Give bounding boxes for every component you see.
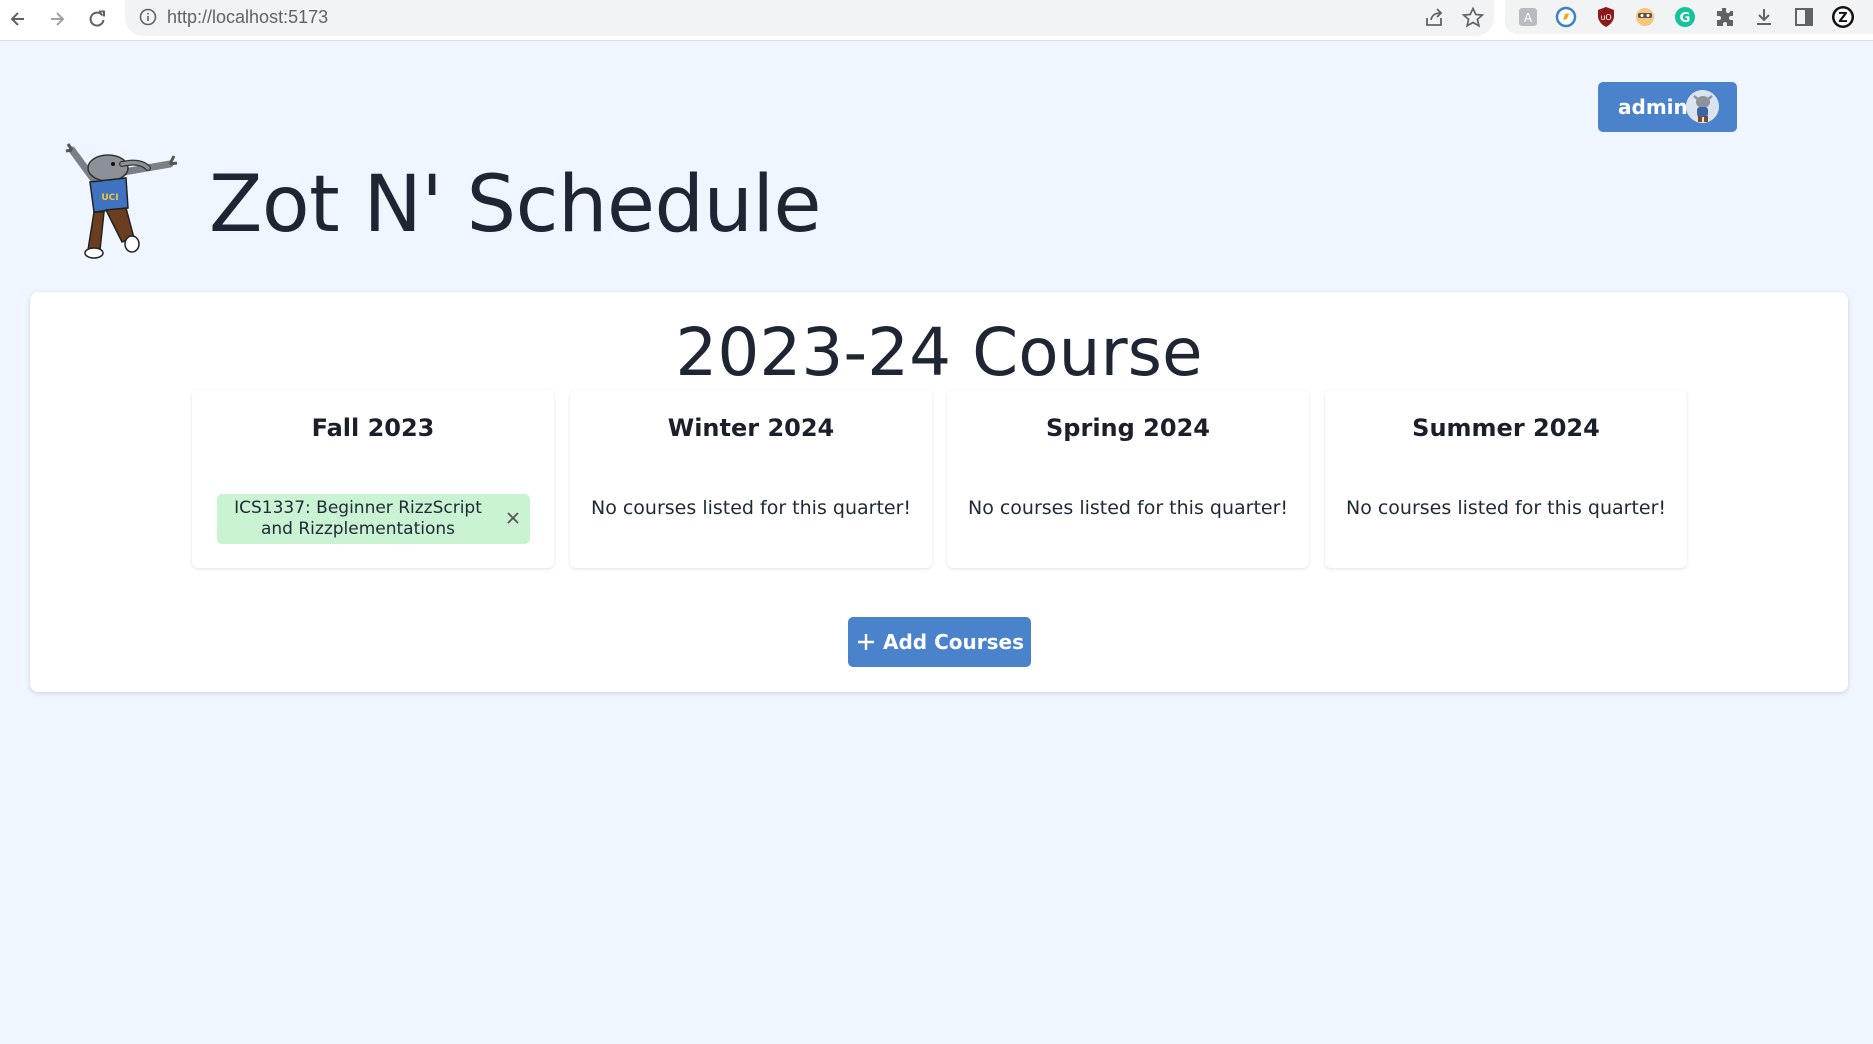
svg-text:Z: Z <box>1838 11 1847 26</box>
quarter-title: Winter 2024 <box>667 414 835 442</box>
remove-course-close-icon[interactable] <box>504 509 522 527</box>
extension-face-icon[interactable] <box>1632 4 1658 30</box>
reload-icon[interactable] <box>82 4 112 34</box>
empty-quarter-message: No courses listed for this quarter! <box>967 497 1289 519</box>
browser-toolbar: http://localhost:5173 A uO G Z <box>0 0 1873 41</box>
course-chip[interactable]: ICS1337: Beginner RizzScript and Rizzple… <box>217 494 530 544</box>
share-icon[interactable] <box>1421 5 1447 31</box>
side-panel-icon[interactable] <box>1791 4 1817 30</box>
extension-compass-icon[interactable] <box>1553 4 1579 30</box>
add-courses-label: Add Courses <box>883 630 1024 654</box>
quarter-card-fall: Fall 2023 ICS1337: Beginner RizzScript a… <box>192 390 554 568</box>
user-menu-label: admin <box>1618 95 1688 119</box>
app-title: Zot N' Schedule <box>209 160 822 250</box>
quarter-card-spring: Spring 2024 No courses listed for this q… <box>947 390 1309 568</box>
course-chip-label: ICS1337: Beginner RizzScript and Rizzple… <box>234 498 482 539</box>
extension-grammarly-icon[interactable]: G <box>1672 4 1698 30</box>
quarter-card-summer: Summer 2024 No courses listed for this q… <box>1325 390 1687 568</box>
back-arrow-icon[interactable] <box>3 4 33 34</box>
empty-quarter-message: No courses listed for this quarter! <box>1345 497 1667 519</box>
user-menu-button[interactable]: admin <box>1598 82 1737 132</box>
svg-text:A: A <box>1524 11 1533 25</box>
profile-icon[interactable]: Z <box>1830 4 1856 30</box>
extension-shield-icon[interactable]: uO <box>1593 4 1619 30</box>
year-title: 2023-24 Course <box>675 314 1203 391</box>
svg-text:UCI: UCI <box>101 193 118 203</box>
add-courses-button[interactable]: Add Courses <box>848 617 1031 667</box>
svg-text:uO: uO <box>1600 13 1611 22</box>
bookmark-star-icon[interactable] <box>1460 5 1486 31</box>
forward-arrow-icon[interactable] <box>42 4 72 34</box>
download-icon[interactable] <box>1751 4 1777 30</box>
quarter-title: Summer 2024 <box>1412 414 1600 442</box>
plus-icon <box>858 634 875 650</box>
site-info-icon[interactable] <box>139 8 157 26</box>
quarter-card-winter: Winter 2024 No courses listed for this q… <box>570 390 932 568</box>
svg-text:G: G <box>1680 11 1691 26</box>
empty-quarter-message: No courses listed for this quarter! <box>590 497 912 519</box>
avatar <box>1686 90 1719 123</box>
address-bar[interactable]: http://localhost:5173 <box>125 0 1494 36</box>
anteater-mascot-logo: UCI <box>64 142 180 264</box>
url-text: http://localhost:5173 <box>167 7 329 27</box>
quarter-title: Spring 2024 <box>1046 414 1210 442</box>
extensions-puzzle-icon[interactable] <box>1711 4 1737 30</box>
course-plan-card: 2023-24 Course Fall 2023 ICS1337: Beginn… <box>30 292 1848 692</box>
extensions-area: A uO G Z <box>1505 0 1873 34</box>
quarter-title: Fall 2023 <box>311 414 435 442</box>
extension-translate-icon[interactable]: A <box>1515 4 1541 30</box>
